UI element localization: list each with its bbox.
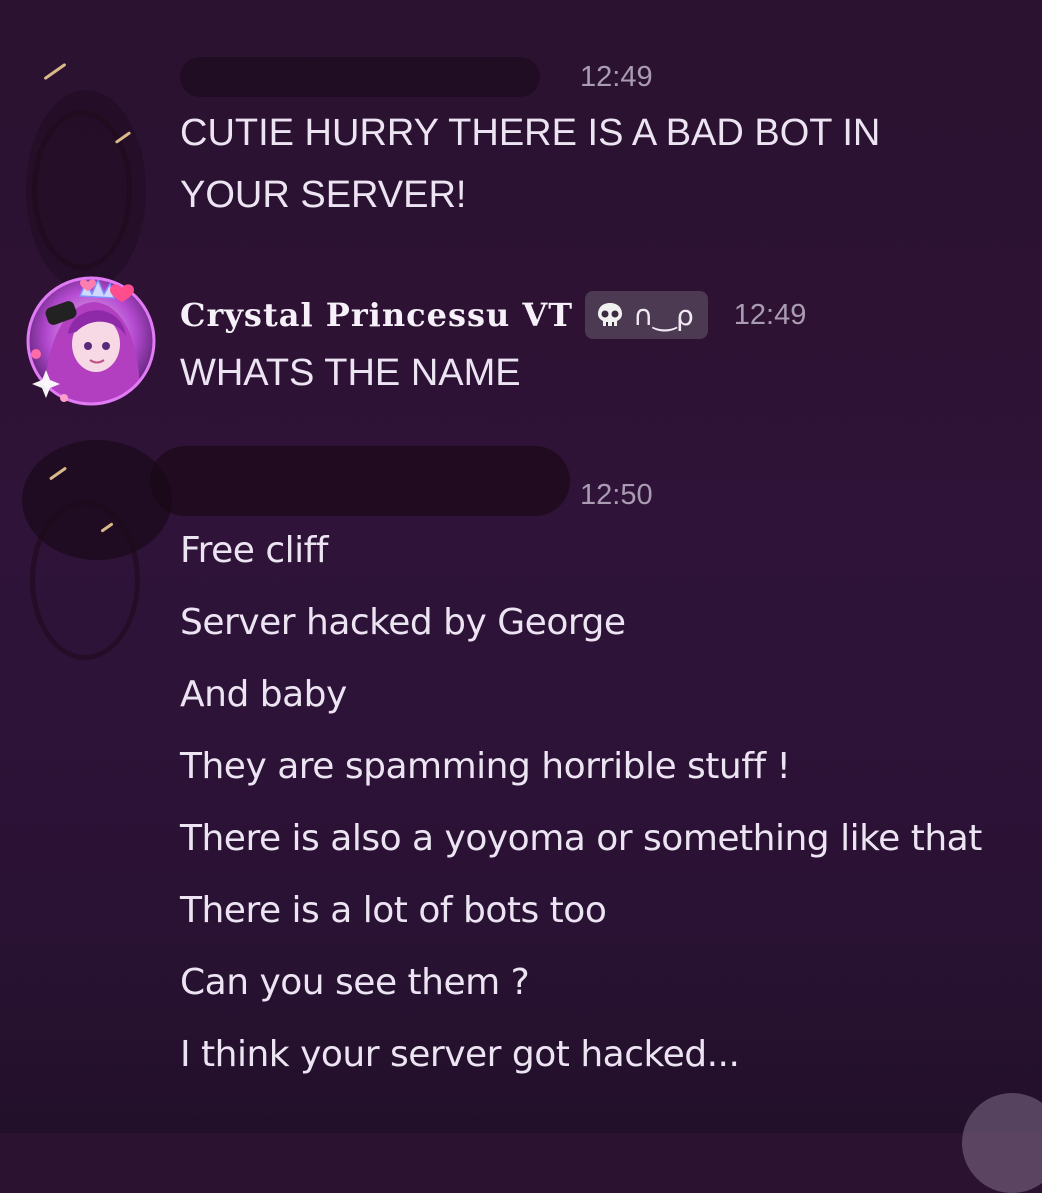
message-text-line: There is also a yoyoma or something like…	[180, 818, 982, 859]
message-text-line: And baby	[180, 674, 347, 715]
message-text-line: Can you see them ?	[180, 962, 530, 1003]
author-avatar[interactable]	[24, 274, 158, 408]
author-avatar-redacted[interactable]	[22, 62, 158, 290]
message-timestamp: 12:49	[733, 298, 807, 331]
message-text-line: I think your server got hacked...	[180, 1034, 740, 1075]
author-name[interactable]: Crystal Princessu VT	[180, 296, 573, 334]
author-avatar-redacted[interactable]	[22, 440, 172, 660]
server-tag-badge[interactable]: ∩‿ρ	[585, 291, 708, 339]
message-header: 12:49	[180, 54, 653, 100]
message-text-line: Server hacked by George	[180, 602, 626, 643]
message-text-line: CUTIE HURRY THERE IS A BAD BOT IN	[180, 112, 881, 154]
message-text-line: Free cliff	[180, 530, 328, 571]
avatar-image	[26, 276, 156, 406]
skull-icon	[598, 303, 623, 326]
message-header: Crystal Princessu VT ∩‿ρ 12:49	[180, 291, 807, 339]
message-header: 12:50	[180, 472, 653, 518]
chat-message-list: 12:49 CUTIE HURRY THERE IS A BAD BOT IN …	[0, 0, 1042, 1193]
message-text-line: They are spamming horrible stuff !	[180, 746, 791, 787]
redaction-scribble	[30, 500, 140, 660]
jump-to-present-button[interactable]	[962, 1093, 1042, 1193]
message-text-line: YOUR SERVER!	[180, 174, 467, 216]
redaction-scribble	[32, 110, 132, 270]
message-timestamp: 12:50	[580, 478, 653, 511]
sparkle-decoration	[43, 62, 67, 81]
username-redacted[interactable]	[180, 57, 540, 97]
badge-text: ∩‿ρ	[633, 298, 694, 332]
message-timestamp: 12:49	[580, 60, 653, 93]
message-text-line: There is a lot of bots too	[180, 890, 607, 931]
message-text-line: WHATS THE NAME	[180, 352, 521, 394]
